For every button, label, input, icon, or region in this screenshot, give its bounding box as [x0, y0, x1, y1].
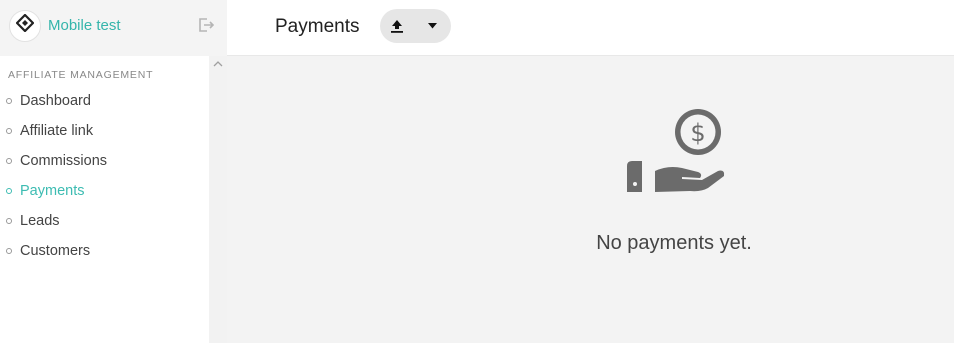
bullet-icon — [6, 248, 12, 254]
sidebar-item-commissions[interactable]: Commissions — [0, 146, 209, 176]
scroll-up-icon[interactable] — [213, 60, 223, 68]
bullet-icon — [6, 98, 12, 104]
nav-list: Dashboard Affiliate link Commissions Pay… — [0, 86, 209, 266]
app-logo[interactable] — [9, 10, 41, 42]
bullet-icon — [6, 188, 12, 194]
sidebar-item-label: Dashboard — [20, 93, 91, 109]
page-header: Payments — [227, 0, 954, 56]
sidebar-item-label: Commissions — [20, 153, 108, 169]
export-dropdown-button[interactable] — [380, 9, 451, 43]
main-content: $ No payments yet. — [227, 56, 954, 343]
sidebar-item-affiliate-link[interactable]: Affiliate link — [0, 116, 209, 146]
diamond-logo-icon — [16, 14, 34, 32]
chevron-down-icon — [428, 23, 437, 29]
section-label: AFFILIATE MANAGEMENT — [8, 69, 154, 81]
sidebar-item-label: Payments — [20, 183, 85, 199]
logout-icon[interactable] — [197, 16, 215, 34]
bullet-icon — [6, 158, 12, 164]
sidebar: Mobile test AFFILIATE MANAGEMENT Dashboa… — [0, 0, 227, 343]
empty-state-message: No payments yet. — [596, 232, 752, 254]
sidebar-item-label: Affiliate link — [20, 123, 94, 139]
brand-bar: Mobile test — [0, 0, 227, 56]
sidebar-item-label: Leads — [20, 213, 60, 229]
upload-icon — [391, 20, 403, 33]
svg-text:$: $ — [690, 119, 705, 147]
sidebar-item-leads[interactable]: Leads — [0, 206, 209, 236]
hand-dollar-icon: $ — [627, 109, 725, 192]
bullet-icon — [6, 128, 12, 134]
bullet-icon — [6, 218, 12, 224]
app-name[interactable]: Mobile test — [48, 17, 121, 34]
sidebar-item-payments[interactable]: Payments — [0, 176, 209, 206]
sidebar-item-customers[interactable]: Customers — [0, 236, 209, 266]
page-title: Payments — [275, 16, 360, 37]
sidebar-scrollbar[interactable] — [209, 56, 227, 343]
sidebar-item-dashboard[interactable]: Dashboard — [0, 86, 209, 116]
sidebar-nav: AFFILIATE MANAGEMENT Dashboard Affiliate… — [0, 56, 209, 343]
sidebar-item-label: Customers — [20, 243, 91, 259]
